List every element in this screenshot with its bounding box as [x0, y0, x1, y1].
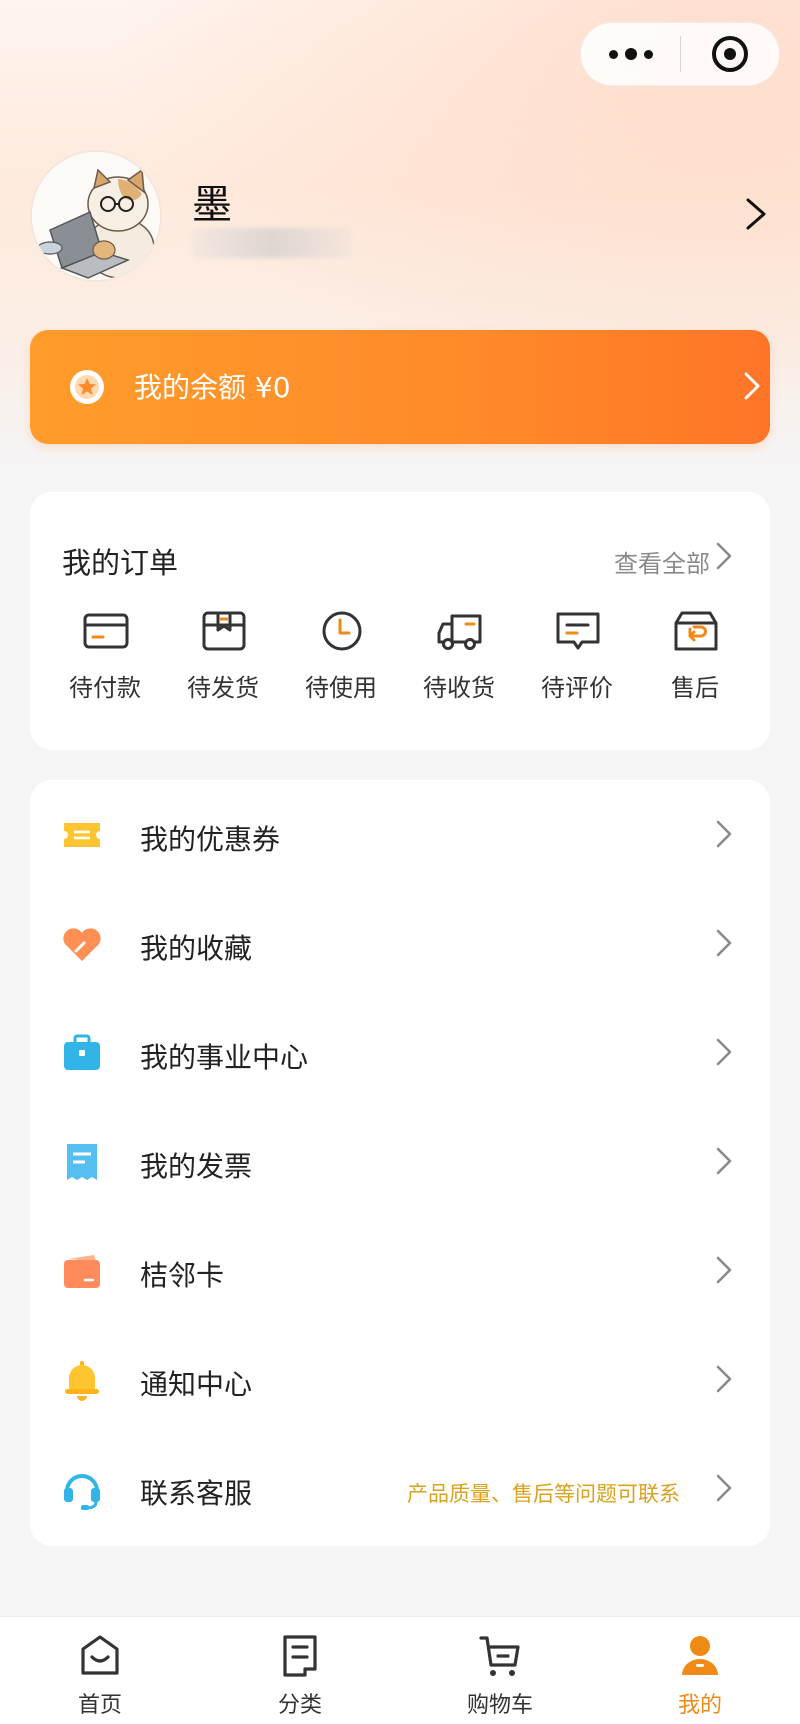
chevron-right-icon[interactable]: [740, 196, 770, 232]
order-status-label: 售后: [671, 674, 719, 702]
tab-category[interactable]: 分类: [200, 1617, 400, 1724]
tab-label: 首页: [77, 1693, 122, 1718]
menu-item-label: 我的收藏: [140, 932, 253, 965]
menu-card: 我的优惠券 我的收藏 我的事业中心 我的发票 桔邻卡 通知中心 联系客服 产品质…: [30, 780, 770, 1546]
capsule-menu: [580, 22, 780, 86]
balance-banner[interactable]: 我的余额 ¥0: [30, 330, 770, 444]
chevron-right-icon: [716, 929, 732, 957]
view-all-orders-link[interactable]: 查看全部: [614, 544, 710, 579]
menu-item-label: 联系客服: [140, 1477, 253, 1510]
coin-icon: [70, 370, 104, 404]
headset-icon: [64, 1474, 100, 1510]
user-id-blurred: [192, 228, 352, 258]
wallet-card-icon: [64, 1255, 100, 1288]
menu-item-favorites[interactable]: 我的收藏: [30, 889, 770, 999]
chevron-right-icon: [716, 1147, 732, 1175]
order-status-to-receive[interactable]: 待收货: [400, 602, 518, 722]
tab-home[interactable]: 首页: [0, 1617, 200, 1724]
menu-item-label: 我的优惠券: [140, 823, 281, 856]
tab-profile[interactable]: 我的: [600, 1617, 800, 1724]
coupon-icon: [64, 823, 100, 847]
truck-icon: [437, 614, 482, 650]
target-close-icon[interactable]: [681, 22, 779, 86]
package-icon: [202, 611, 246, 651]
menu-item-business-center[interactable]: 我的事业中心: [30, 998, 770, 1108]
home-icon: [81, 1635, 119, 1675]
chevron-right-icon: [716, 1474, 732, 1502]
customer-service-note: 产品质量、售后等问题可联系: [407, 1482, 680, 1506]
menu-item-label: 我的发票: [140, 1150, 253, 1183]
order-status-to-use[interactable]: 待使用: [282, 602, 400, 722]
category-icon: [283, 1635, 317, 1677]
avatar[interactable]: [30, 150, 162, 282]
tab-label: 分类: [277, 1693, 322, 1718]
chevron-right-icon[interactable]: [714, 538, 734, 574]
clock-icon: [322, 611, 362, 651]
orders-title: 我的订单: [62, 546, 179, 580]
menu-item-customer-service[interactable]: 联系客服 产品质量、售后等问题可联系: [30, 1434, 770, 1544]
heart-icon: [63, 928, 101, 961]
order-status-after-sales[interactable]: 售后: [636, 602, 754, 722]
menu-item-coupons[interactable]: 我的优惠券: [30, 780, 770, 890]
bottom-tab-bar: 首页 分类 购物车 我的: [0, 1616, 800, 1724]
order-status-to-review[interactable]: 待评价: [518, 602, 636, 722]
tab-label: 购物车: [466, 1693, 533, 1718]
briefcase-icon: [64, 1034, 100, 1070]
orders-card: 我的订单 查看全部 待付款 待发货 待使用 待收货 待评价 售后: [30, 492, 770, 750]
menu-item-label: 桔邻卡: [140, 1259, 225, 1292]
menu-item-invoices[interactable]: 我的发票: [30, 1107, 770, 1217]
order-status-label: 待收货: [423, 674, 495, 702]
cart-icon: [479, 1636, 520, 1676]
menu-item-notifications[interactable]: 通知中心: [30, 1325, 770, 1435]
username: 墨: [192, 182, 232, 228]
chevron-right-icon: [716, 1256, 732, 1284]
order-status-label: 待付款: [69, 674, 141, 702]
order-status-grid: 待付款 待发货 待使用 待收货 待评价 售后: [30, 602, 770, 722]
order-status-label: 待评价: [541, 674, 613, 702]
chevron-right-icon: [716, 1365, 732, 1393]
card-icon: [83, 613, 129, 649]
more-dots-icon[interactable]: [581, 22, 680, 86]
order-status-label: 待使用: [305, 674, 377, 702]
menu-item-label: 我的事业中心: [140, 1041, 309, 1074]
order-status-to-ship[interactable]: 待发货: [164, 602, 282, 722]
bell-icon: [65, 1361, 99, 1401]
chevron-right-icon: [716, 820, 732, 848]
invoice-icon: [67, 1144, 97, 1180]
chevron-right-icon: [744, 372, 760, 400]
order-status-pending-payment[interactable]: 待付款: [46, 602, 164, 722]
chat-icon: [556, 612, 600, 650]
profile-icon: [682, 1636, 718, 1675]
menu-item-juling-card[interactable]: 桔邻卡: [30, 1216, 770, 1326]
order-status-label: 待发货: [187, 674, 259, 702]
tab-label: 我的: [677, 1693, 722, 1718]
tab-cart[interactable]: 购物车: [400, 1617, 600, 1724]
return-box-icon: [674, 611, 718, 651]
menu-item-label: 通知中心: [140, 1368, 253, 1401]
balance-label: 我的余额 ¥0: [134, 371, 291, 404]
chevron-right-icon: [716, 1038, 732, 1066]
